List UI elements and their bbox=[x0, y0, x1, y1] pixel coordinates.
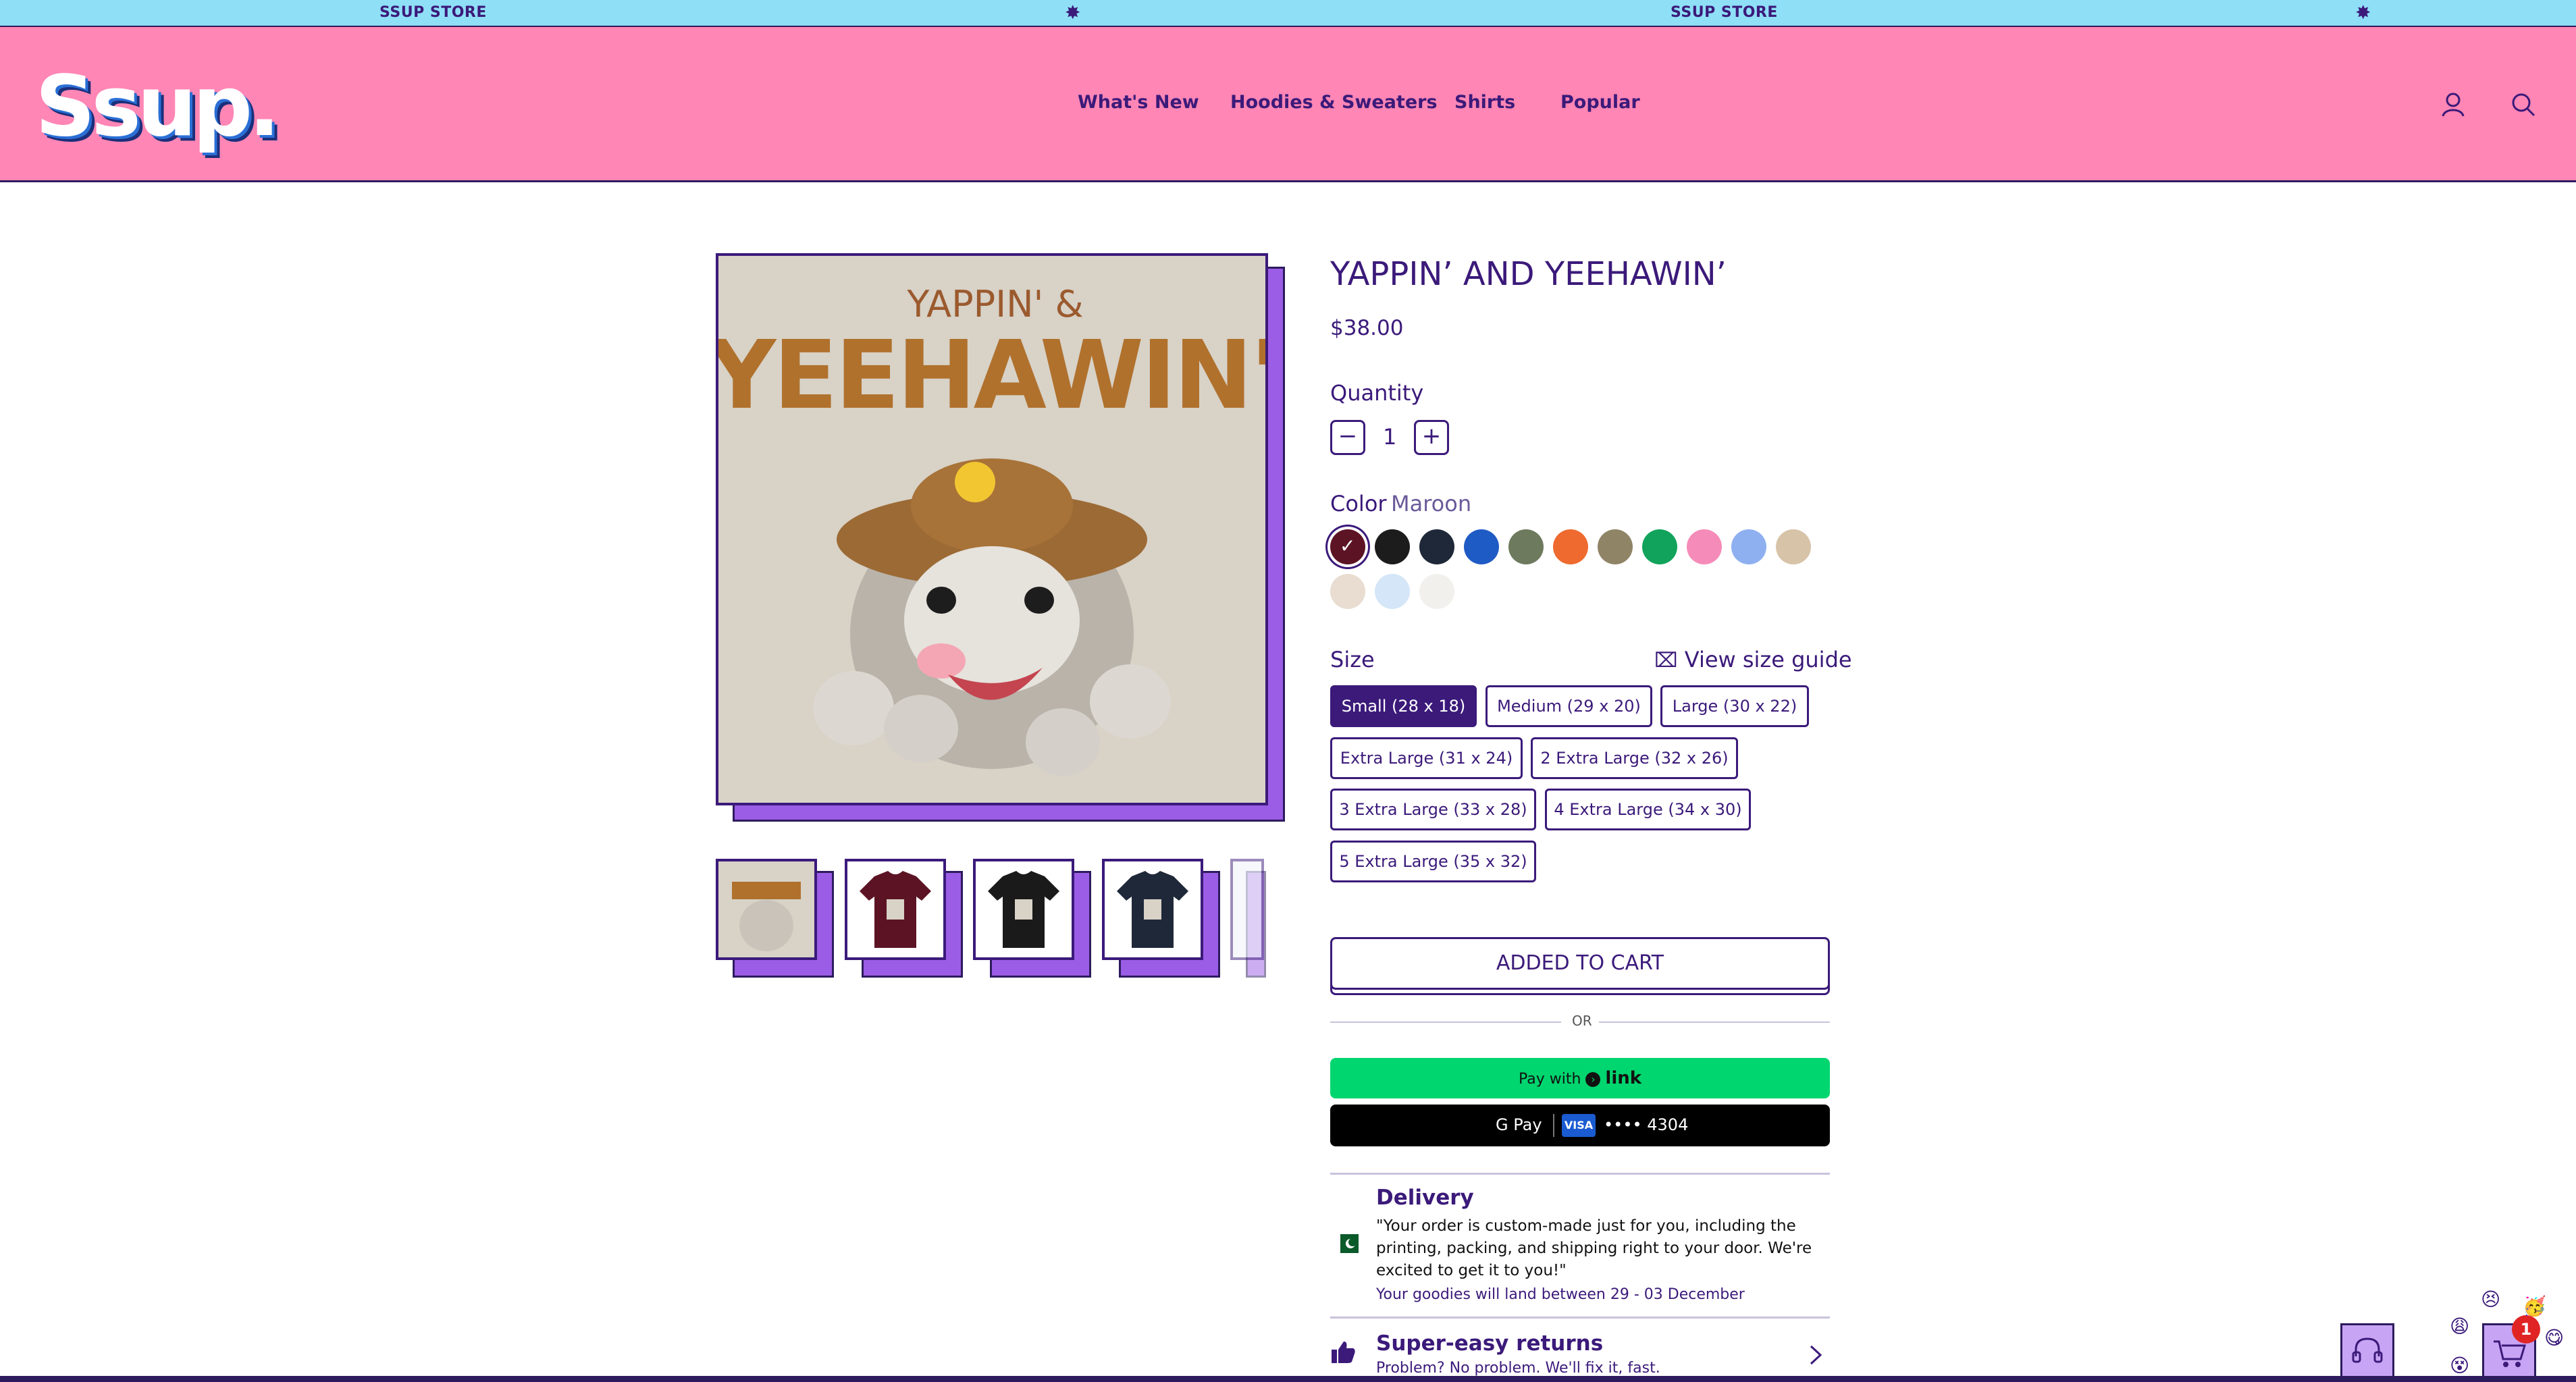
thumbnail-image bbox=[718, 861, 814, 957]
announcement-text: SSUP STORE bbox=[379, 4, 487, 21]
color-swatch[interactable] bbox=[1598, 529, 1633, 564]
ruler-icon: ⌧ bbox=[1654, 649, 1678, 672]
emoji-decoration-icon: 😵 bbox=[2450, 1354, 2470, 1377]
link-arrow-icon: › bbox=[1585, 1072, 1601, 1087]
nav-popular[interactable]: Popular bbox=[1560, 92, 1640, 113]
color-swatch[interactable] bbox=[1508, 529, 1544, 564]
color-swatch[interactable] bbox=[1375, 574, 1410, 609]
quantity-increase-button[interactable]: + bbox=[1414, 420, 1449, 455]
thumbs-up-icon bbox=[1332, 1341, 1355, 1363]
main-product-image[interactable]: YAPPIN' & YEEHAWIN' bbox=[716, 253, 1268, 805]
tshirt-thumbnail-image bbox=[1117, 871, 1188, 948]
tshirt-thumbnail-image bbox=[1233, 861, 1261, 957]
nav-shirts[interactable]: Shirts bbox=[1454, 92, 1515, 113]
color-swatch[interactable] bbox=[1776, 529, 1811, 564]
chevron-right-icon[interactable] bbox=[1808, 1344, 1823, 1366]
thumbnail-art[interactable] bbox=[716, 859, 817, 960]
quantity-decrease-button[interactable]: − bbox=[1330, 420, 1365, 455]
color-swatch[interactable]: ✓ bbox=[1330, 529, 1365, 564]
add-to-cart-button[interactable]: ADDED TO CART bbox=[1330, 937, 1830, 990]
thumbnail-navy[interactable] bbox=[1102, 859, 1203, 960]
size-label: Size bbox=[1330, 647, 1375, 672]
size-option[interactable]: 4 Extra Large (34 x 30) bbox=[1545, 789, 1751, 830]
size-option[interactable]: Medium (29 x 20) bbox=[1486, 685, 1652, 727]
cart-count-badge: 1 bbox=[2512, 1315, 2540, 1344]
check-icon: ✓ bbox=[1340, 535, 1356, 557]
size-option[interactable]: Small (28 x 18) bbox=[1330, 685, 1477, 727]
support-button[interactable] bbox=[2340, 1323, 2394, 1380]
delivery-text: "Your order is custom-made just for you,… bbox=[1376, 1217, 1812, 1279]
divider bbox=[1553, 1114, 1554, 1137]
star-icon: ✸ bbox=[1065, 1, 1081, 24]
product-price: $38.00 bbox=[1330, 316, 1404, 340]
thumbnail-maroon[interactable] bbox=[845, 859, 946, 960]
color-swatch[interactable] bbox=[1553, 529, 1588, 564]
search-icon[interactable] bbox=[2508, 89, 2539, 120]
delivery-window: Your goodies will land between 29 - 03 D… bbox=[1376, 1286, 1745, 1303]
pay-with-label: Pay with bbox=[1518, 1071, 1581, 1088]
thumbnail-white-partial[interactable] bbox=[1230, 859, 1264, 960]
returns-title[interactable]: Super-easy returns bbox=[1376, 1331, 1603, 1356]
emoji-decoration-icon: 🥳 bbox=[2523, 1295, 2546, 1317]
gpay-label: G Pay bbox=[1496, 1115, 1542, 1134]
pay-with-link-button[interactable]: Pay with › link bbox=[1330, 1058, 1830, 1098]
color-swatch[interactable] bbox=[1375, 529, 1410, 564]
account-icon[interactable] bbox=[2438, 89, 2469, 120]
nav-whats-new[interactable]: What's New bbox=[1078, 92, 1199, 113]
size-option[interactable]: 2 Extra Large (32 x 26) bbox=[1531, 737, 1738, 779]
or-separator: OR bbox=[1572, 1013, 1592, 1029]
flag-icon bbox=[1334, 1234, 1359, 1253]
color-swatch[interactable] bbox=[1419, 574, 1454, 609]
announcement-bar: SSUP STORE ✸ SSUP STORE ✸ bbox=[0, 0, 2576, 27]
logo[interactable]: Ssup. bbox=[35, 58, 280, 155]
announcement-text: SSUP STORE bbox=[1671, 4, 1778, 21]
product-title: YAPPIN’ AND YEEHAWIN’ bbox=[1330, 255, 1727, 293]
size-option[interactable]: 5 Extra Large (35 x 32) bbox=[1330, 841, 1536, 882]
delivery-title: Delivery bbox=[1376, 1186, 1474, 1210]
divider bbox=[1330, 1173, 1830, 1175]
thumbnail-black[interactable] bbox=[973, 859, 1074, 960]
size-guide-link[interactable]: ⌧ View size guide bbox=[1654, 647, 1852, 672]
tshirt-thumbnail-image bbox=[860, 871, 931, 948]
art-text-line2: YEEHAWIN' bbox=[718, 321, 1265, 431]
color-swatch[interactable] bbox=[1642, 529, 1677, 564]
returns-subtitle: Problem? No problem. We'll fix it, fast. bbox=[1376, 1360, 1660, 1377]
size-option[interactable]: Large (30 x 22) bbox=[1660, 685, 1809, 727]
color-label: Color bbox=[1330, 491, 1387, 516]
emoji-decoration-icon: 😩 bbox=[2450, 1315, 2470, 1337]
visa-card-icon: VISA bbox=[1562, 1114, 1596, 1137]
divider bbox=[1330, 1021, 1561, 1023]
size-option[interactable]: 3 Extra Large (33 x 28) bbox=[1330, 789, 1536, 830]
color-swatch[interactable] bbox=[1464, 529, 1499, 564]
size-option[interactable]: Extra Large (31 x 24) bbox=[1330, 737, 1523, 779]
divider bbox=[1599, 1021, 1830, 1023]
nav-hoodies-sweaters[interactable]: Hoodies & Sweaters bbox=[1230, 92, 1438, 113]
headset-icon bbox=[2352, 1337, 2383, 1363]
quantity-label: Quantity bbox=[1330, 380, 1424, 406]
tshirt-thumbnail-image bbox=[988, 871, 1059, 948]
link-brand-label: link bbox=[1605, 1068, 1642, 1088]
google-pay-button[interactable]: G Pay VISA •••• 4304 bbox=[1330, 1105, 1830, 1146]
bottom-edge bbox=[0, 1376, 2576, 1382]
opossum-art-image: YAPPIN' & YEEHAWIN' bbox=[718, 283, 1265, 776]
star-icon: ✸ bbox=[2355, 1, 2371, 24]
color-swatch[interactable] bbox=[1731, 529, 1766, 564]
color-swatch[interactable] bbox=[1330, 574, 1365, 609]
card-digits: •••• 4304 bbox=[1604, 1115, 1689, 1134]
emoji-decoration-icon: 😋 bbox=[2544, 1327, 2565, 1349]
art-text-line1: YAPPIN' & bbox=[906, 283, 1083, 325]
color-swatch[interactable] bbox=[1687, 529, 1722, 564]
site-header: Ssup. What's New Hoodies & Sweaters Shir… bbox=[0, 27, 2576, 182]
emoji-decoration-icon: 😣 bbox=[2481, 1288, 2501, 1310]
divider bbox=[1330, 1317, 1830, 1319]
size-guide-label: View size guide bbox=[1684, 647, 1852, 672]
color-swatch[interactable] bbox=[1419, 529, 1454, 564]
selected-color-name: Maroon bbox=[1391, 491, 1472, 516]
quantity-value[interactable]: 1 bbox=[1383, 424, 1396, 450]
